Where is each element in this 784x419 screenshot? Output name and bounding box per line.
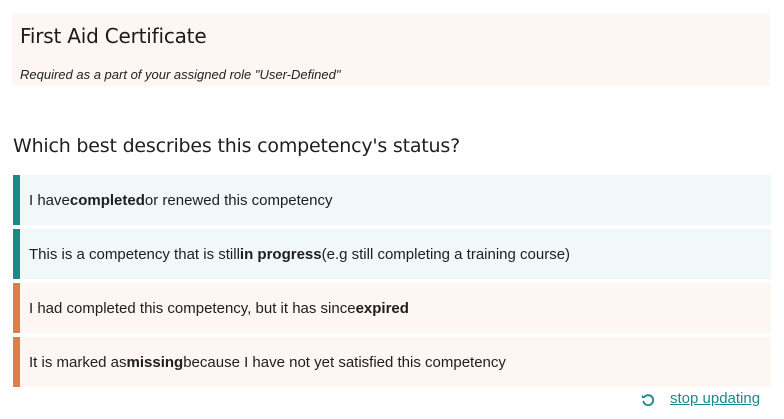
option-label: This is a competency that is still in pr… [29,229,570,279]
option-label-pre: I had completed this competency, but it … [29,299,356,317]
option-in-progress[interactable]: This is a competency that is still in pr… [13,229,771,279]
option-label-post: (e.g still completing a training course) [321,245,571,263]
option-color-bar [13,337,20,387]
stop-updating-link[interactable]: stop updating [641,390,760,407]
competency-title: First Aid Certificate [20,24,207,48]
option-label-post: or renewed this competency [144,191,333,209]
status-question: Which best describes this competency's s… [13,135,460,157]
competency-requirement-note: Required as a part of your assigned role… [20,67,341,82]
option-color-bar [13,283,20,333]
option-label: I have completed or renewed this compete… [29,175,333,225]
competency-header: First Aid Certificate Required as a part… [12,14,770,86]
refresh-icon [641,392,655,406]
option-expired[interactable]: I had completed this competency, but it … [13,283,771,333]
option-label-bold: in progress [239,245,322,263]
option-label-pre: It is marked as [29,353,127,371]
option-label-pre: I have [29,191,70,209]
option-label-pre: This is a competency that is still [29,245,240,263]
option-color-bar [13,229,20,279]
option-missing[interactable]: It is marked as missing because I have n… [13,337,771,387]
option-label-post: because I have not yet satisfied this co… [183,353,506,371]
option-label-bold: expired [355,299,409,317]
option-completed[interactable]: I have completed or renewed this compete… [13,175,771,225]
option-color-bar [13,175,20,225]
option-label: I had completed this competency, but it … [29,283,409,333]
status-options: I have completed or renewed this compete… [13,175,771,391]
option-label-bold: completed [69,191,145,209]
option-label-bold: missing [126,353,184,371]
stop-updating-label[interactable]: stop updating [670,390,760,407]
option-label: It is marked as missing because I have n… [29,337,506,387]
